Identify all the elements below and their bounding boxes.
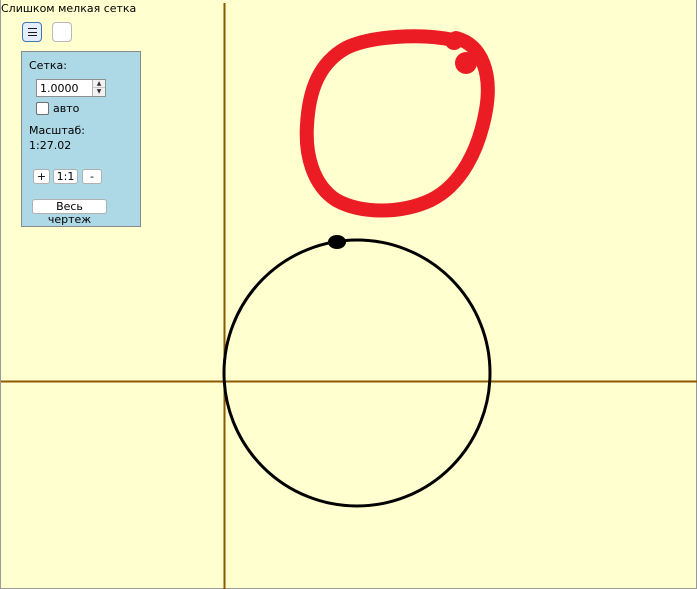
status-message: Слишком мелкая сетка bbox=[1, 2, 137, 15]
spin-up-arrow-icon[interactable]: ▲ bbox=[93, 80, 105, 88]
menu-icon bbox=[28, 28, 37, 36]
auto-grid-checkbox[interactable] bbox=[36, 102, 49, 115]
black-circle bbox=[222, 238, 492, 508]
auto-grid-label: авто bbox=[53, 102, 80, 115]
scale-value: 1:27.02 bbox=[29, 139, 72, 152]
zoom-out-button[interactable]: - bbox=[82, 169, 102, 184]
spin-down-arrow-icon[interactable]: ▼ bbox=[93, 88, 105, 96]
zoom-reset-button[interactable]: 1:1 bbox=[53, 169, 78, 184]
red-stroke-start-blob bbox=[445, 32, 463, 50]
grid-settings-panel: Сетка: ▲ ▼ авто Масштаб: 1:27.02 + 1:1 -… bbox=[21, 51, 141, 227]
zoom-in-button[interactable]: + bbox=[33, 169, 50, 184]
fit-drawing-button[interactable]: Весь чертеж bbox=[32, 199, 107, 226]
red-stroke-end-blob bbox=[455, 52, 477, 74]
scale-label: Масштаб: bbox=[29, 124, 85, 137]
menu-toggle-button[interactable] bbox=[22, 22, 42, 42]
grid-label: Сетка: bbox=[29, 59, 67, 72]
spinner-buttons: ▲ ▼ bbox=[92, 80, 105, 96]
black-stroke-end-dot bbox=[328, 235, 346, 249]
grid-step-spinner[interactable]: ▲ ▼ bbox=[36, 79, 106, 97]
grid-step-input[interactable] bbox=[37, 80, 91, 96]
toolbar-blank-button[interactable] bbox=[52, 22, 72, 42]
